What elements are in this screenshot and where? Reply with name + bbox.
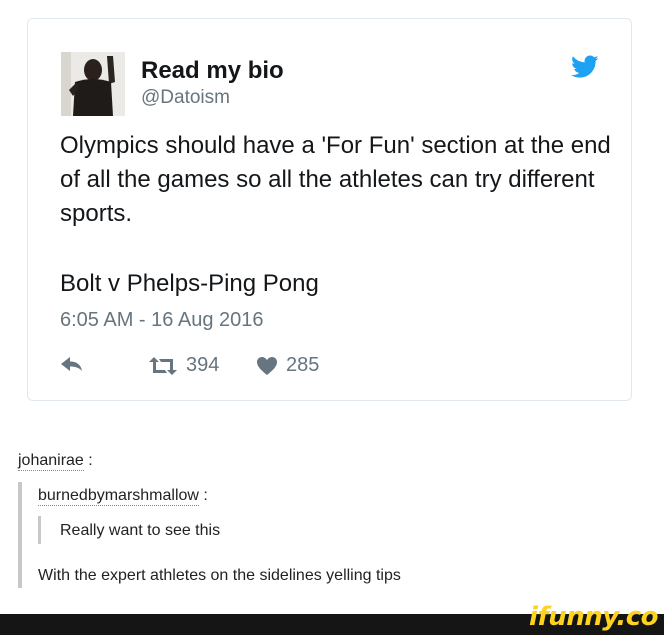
like-button[interactable]: 285 <box>256 354 319 377</box>
reblog-user-link[interactable]: johanirae <box>18 452 84 471</box>
retweet-icon <box>149 356 177 375</box>
ifunny-logo: ifunny.co <box>529 602 658 632</box>
avatar[interactable] <box>61 52 125 116</box>
reblog-attribution-nested: burnedbymarshmallow : <box>38 487 208 506</box>
user-handle[interactable]: @Datoism <box>141 87 230 109</box>
retweet-button[interactable]: 394 <box>148 354 219 377</box>
quote-border <box>18 482 22 588</box>
reblog-attribution: johanirae : <box>18 452 93 471</box>
display-name[interactable]: Read my bio <box>141 57 284 85</box>
reply-button[interactable] <box>60 354 84 374</box>
colon-separator: : <box>83 452 93 469</box>
retweet-count: 394 <box>186 354 220 376</box>
twitter-bird-icon[interactable] <box>571 55 599 79</box>
tweet-text-second-paragraph: Bolt v Phelps-Ping Pong <box>60 270 319 297</box>
watermark-bar: ifunny.co <box>0 602 664 635</box>
tweet-timestamp[interactable]: 6:05 AM - 16 Aug 2016 <box>60 309 264 332</box>
reblog-user-link-nested[interactable]: burnedbymarshmallow <box>38 487 199 506</box>
quote-border-nested <box>38 516 41 544</box>
quoted-comment: Really want to see this <box>60 522 221 539</box>
like-count: 285 <box>286 354 320 376</box>
reply-icon <box>61 357 82 371</box>
heart-icon <box>257 356 277 375</box>
colon-separator: : <box>198 487 208 504</box>
tweet-text: Olympics should have a 'For Fun' section… <box>60 132 611 227</box>
reply-comment: With the expert athletes on the sideline… <box>38 567 401 584</box>
tweet-card: Read my bio @Datoism Olympics should hav… <box>27 18 632 401</box>
